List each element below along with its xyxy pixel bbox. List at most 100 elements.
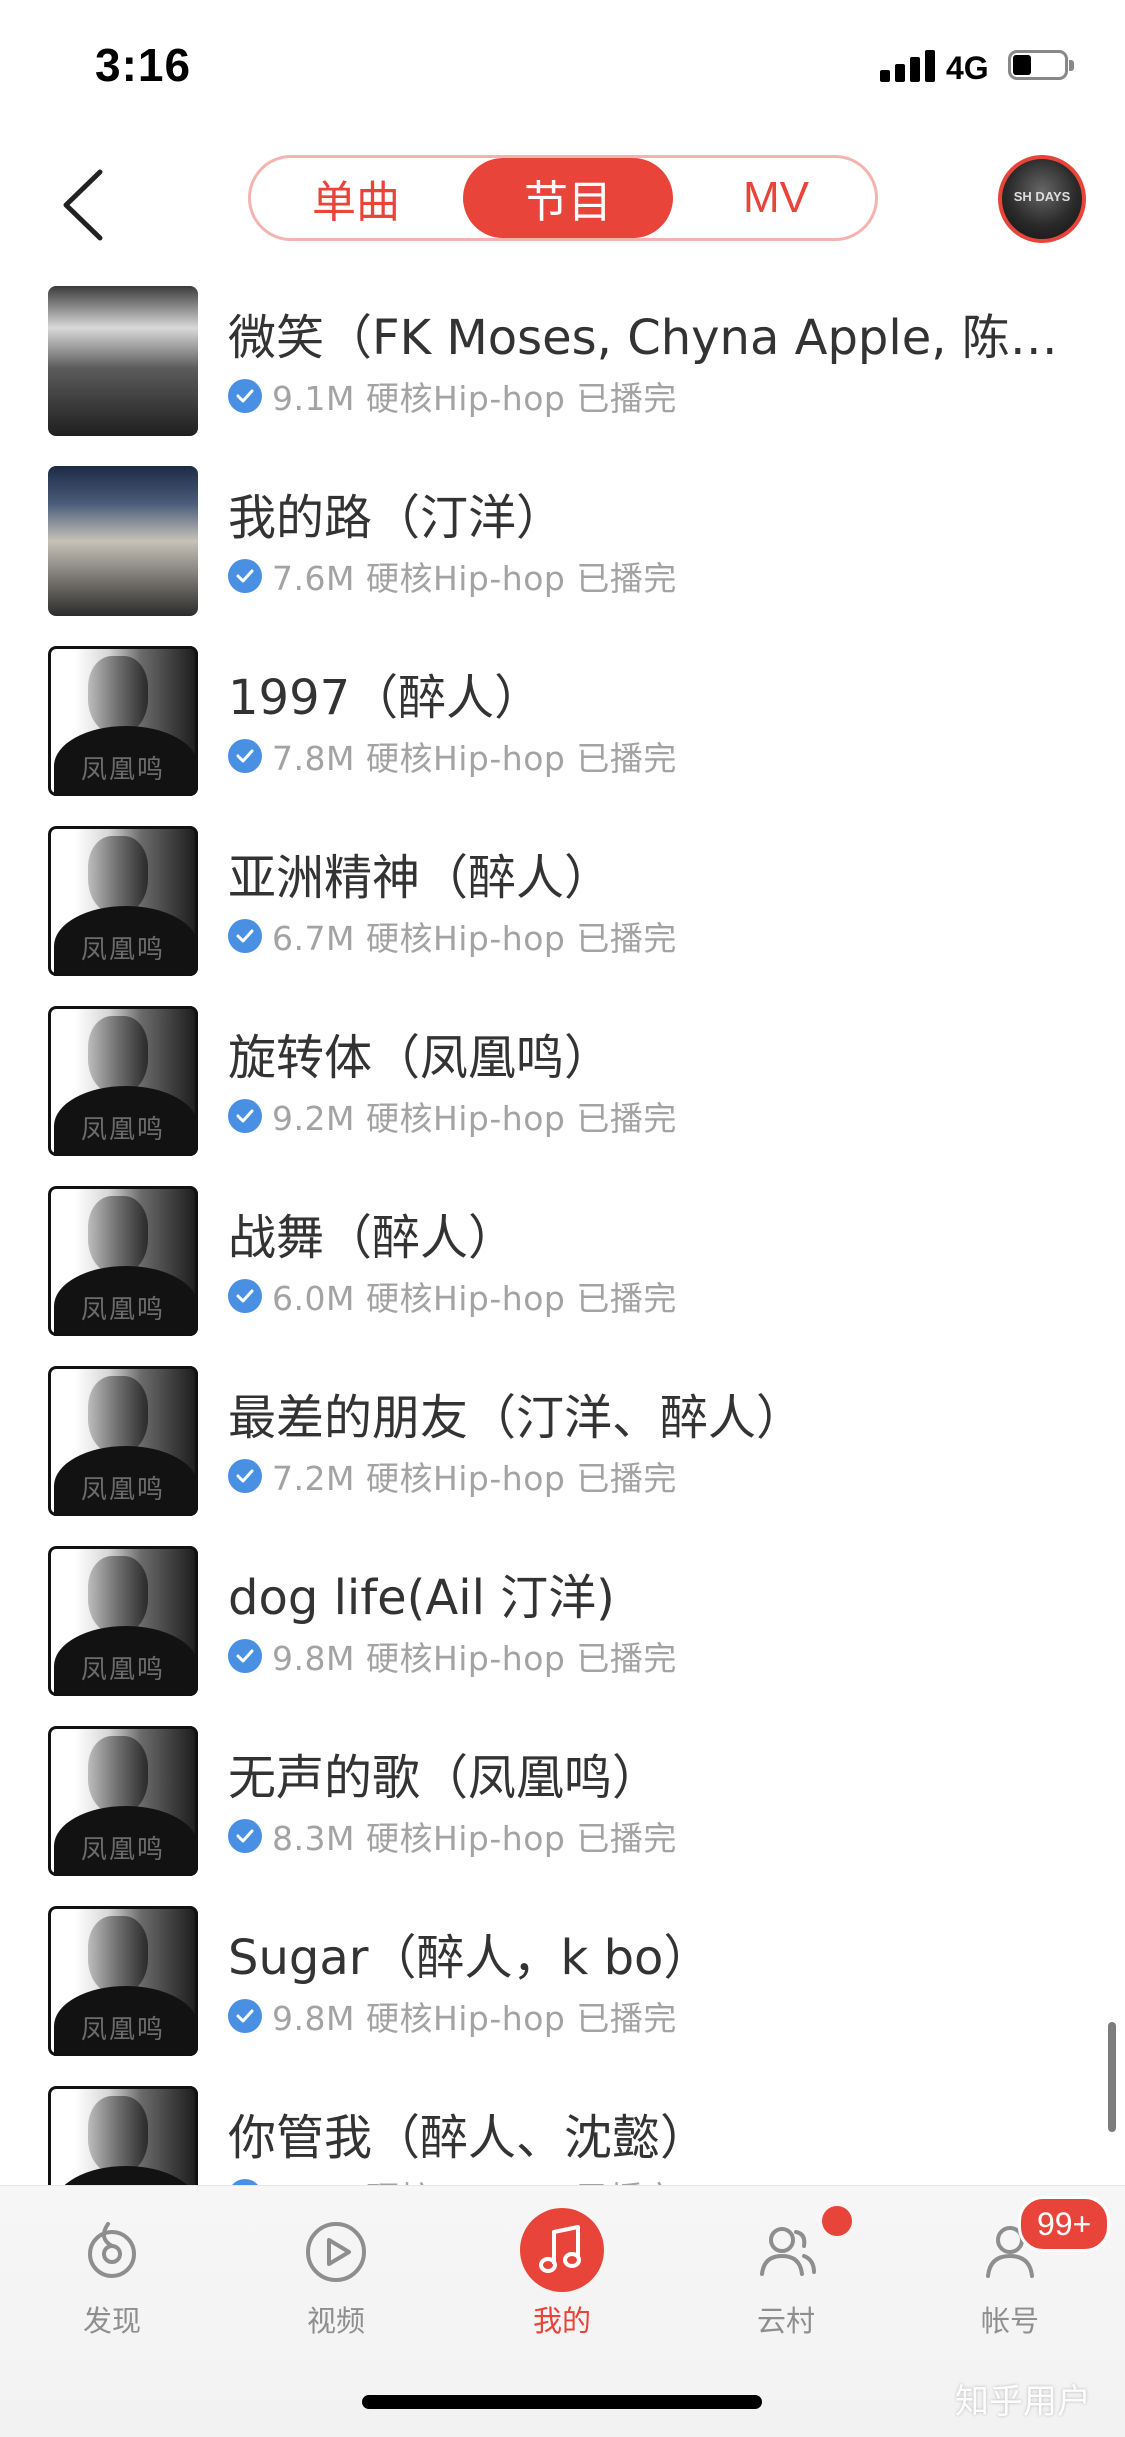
cover-frame (48, 1186, 198, 1336)
tab-community[interactable]: 云村 (706, 2216, 866, 2366)
cover-frame (48, 2086, 198, 2185)
item-title: 最差的朋友（汀洋、醉人） (228, 1390, 805, 1446)
item-meta-text: 9.8M 硬核Hip-hop 已播完 (272, 1639, 677, 1678)
cover-art: 凤凰鸣 (48, 1546, 198, 1696)
downloaded-check-icon (228, 1819, 262, 1853)
tab-singles[interactable]: 单曲 (251, 158, 461, 238)
cover-art (48, 286, 198, 436)
header: 单曲 节目 MV SH DAYS (0, 140, 1125, 270)
item-meta: 8.3M 硬核Hip-hop 已播完 (228, 1816, 677, 1858)
list-item[interactable]: 凤凰鸣 亚洲精神（醉人） 6.7M 硬核Hip-hop 已播完 (0, 818, 1125, 998)
watermark: 知乎用户 (955, 2382, 1091, 2422)
item-title: 微笑（FK Moses, Chyna Apple, 陈… (228, 310, 1058, 366)
video-play-icon (306, 2222, 366, 2282)
cover-art: 凤凰鸣 (48, 1366, 198, 1516)
item-title: 亚洲精神（醉人） (228, 850, 613, 906)
home-indicator[interactable] (362, 2395, 762, 2409)
tab-label-community: 云村 (756, 2304, 815, 2338)
list-item[interactable]: 凤凰鸣 战舞（醉人） 6.0M 硬核Hip-hop 已播完 (0, 1178, 1125, 1358)
item-meta-text: 9.8M 硬核Hip-hop 已播完 (272, 1999, 677, 2038)
item-meta-text: 7.8M 硬核Hip-hop 已播完 (272, 739, 677, 778)
tab-mv[interactable]: MV (671, 158, 881, 238)
downloaded-check-icon (228, 1459, 262, 1493)
item-meta: 7.2M 硬核Hip-hop 已播完 (228, 2176, 677, 2185)
list-item[interactable]: 凤凰鸣 最差的朋友（汀洋、醉人） 7.2M 硬核Hip-hop 已播完 (0, 1358, 1125, 1538)
tab-video[interactable]: 视频 (256, 2216, 416, 2366)
segmented-control: 单曲 节目 MV (248, 155, 878, 241)
status-bar: 3:16 4G (0, 0, 1125, 140)
discover-icon (88, 2222, 136, 2278)
item-meta-text: 6.0M 硬核Hip-hop 已播完 (272, 1279, 677, 1318)
crowd-photo-icon (48, 466, 198, 616)
item-meta: 7.8M 硬核Hip-hop 已播完 (228, 736, 677, 778)
tab-label-discover: 发现 (82, 2304, 141, 2338)
notification-dot (822, 2206, 852, 2236)
downloaded-check-icon (228, 379, 262, 413)
list-item[interactable]: 凤凰鸣 dog life(Ail 汀洋) 9.8M 硬核Hip-hop 已播完 (0, 1538, 1125, 1718)
downloaded-check-icon (228, 1279, 262, 1313)
tab-label-mine: 我的 (532, 2304, 591, 2338)
network-type: 4G (946, 50, 989, 86)
tab-mine[interactable]: 我的 (482, 2208, 642, 2366)
cover-art: 凤凰鸣 (48, 1006, 198, 1156)
item-meta: 9.2M 硬核Hip-hop 已播完 (228, 1096, 677, 1138)
community-icon (760, 2227, 816, 2276)
item-title: dog life(Ail 汀洋) (228, 1570, 615, 1626)
chevron-left-icon (63, 169, 103, 241)
item-meta-text: 9.2M 硬核Hip-hop 已播完 (272, 1099, 677, 1138)
item-meta-text: 6.7M 硬核Hip-hop 已播完 (272, 919, 677, 958)
cover-art: 凤凰鸣 (48, 1726, 198, 1876)
list-item[interactable]: 凤凰鸣 旋转体（凤凰鸣） 9.2M 硬核Hip-hop 已播完 (0, 998, 1125, 1178)
cover-frame (48, 826, 198, 976)
item-meta: 9.8M 硬核Hip-hop 已播完 (228, 1996, 677, 2038)
group-photo-icon (48, 286, 198, 436)
item-meta-text: 8.3M 硬核Hip-hop 已播完 (272, 1819, 677, 1858)
item-meta: 9.8M 硬核Hip-hop 已播完 (228, 1636, 677, 1678)
item-title: 战舞（醉人） (228, 1210, 517, 1266)
item-meta-text: 9.1M 硬核Hip-hop 已播完 (272, 379, 677, 418)
item-meta-text: 7.2M 硬核Hip-hop 已播完 (272, 1459, 677, 1498)
tab-programs[interactable]: 节目 (463, 158, 673, 238)
downloaded-check-icon (228, 1099, 262, 1133)
item-title: 无声的歌（凤凰鸣） (228, 1750, 661, 1806)
item-title: 旋转体（凤凰鸣） (228, 1030, 613, 1086)
item-meta: 7.2M 硬核Hip-hop 已播完 (228, 1456, 677, 1498)
program-list: 微笑（FK Moses, Chyna Apple, 陈… 9.1M 硬核Hip-h… (0, 270, 1125, 2185)
list-item[interactable]: 微笑（FK Moses, Chyna Apple, 陈… 9.1M 硬核Hip-h… (0, 278, 1125, 458)
item-meta: 6.7M 硬核Hip-hop 已播完 (228, 916, 677, 958)
cover-art: 凤凰鸣 (48, 1186, 198, 1336)
tab-label-video: 视频 (306, 2304, 365, 2338)
list-item[interactable]: 凤凰鸣你管我（醉人、沈懿） 7.2M 硬核Hip-hop 已播完 (0, 2078, 1125, 2185)
cover-art: 凤凰鸣 (48, 646, 198, 796)
cover-frame (48, 1546, 198, 1696)
list-item[interactable]: 我的路（汀洋） 7.6M 硬核Hip-hop 已播完 (0, 458, 1125, 638)
item-title: 你管我（醉人、沈懿） (228, 2110, 709, 2166)
account-badge: 99+ (1018, 2196, 1111, 2252)
downloaded-check-icon (228, 1639, 262, 1673)
item-meta: 6.0M 硬核Hip-hop 已播完 (228, 1276, 677, 1318)
item-meta-text: 7.2M 硬核Hip-hop 已播完 (272, 2172, 677, 2185)
cover-art (48, 466, 198, 616)
back-button[interactable] (50, 160, 120, 250)
now-playing-avatar[interactable]: SH DAYS (998, 155, 1086, 243)
item-meta: 9.1M 硬核Hip-hop 已播完 (228, 376, 677, 418)
item-title: 1997（醉人） (228, 670, 543, 726)
downloaded-check-icon (228, 559, 262, 593)
downloaded-check-icon (228, 1999, 262, 2033)
downloaded-check-icon (228, 739, 262, 773)
cover-frame (48, 1906, 198, 2056)
list-item[interactable]: 凤凰鸣 1997（醉人） 7.8M 硬核Hip-hop 已播完 (0, 638, 1125, 818)
scrollbar[interactable] (1108, 2022, 1116, 2132)
cover-frame (48, 1726, 198, 1876)
cover-frame (48, 646, 198, 796)
list-item[interactable]: 凤凰鸣 Sugar（醉人，k bo） 9.8M 硬核Hip-hop 已播完 (0, 1898, 1125, 2078)
item-title: Sugar（醉人，k bo） (228, 1930, 712, 1986)
cover-art: 凤凰鸣 (48, 1906, 198, 2056)
tab-label-account: 帐号 (980, 2304, 1039, 2338)
tab-discover[interactable]: 发现 (32, 2216, 192, 2366)
cover-frame (48, 1366, 198, 1516)
downloaded-check-icon (228, 919, 262, 953)
cover-frame (48, 1006, 198, 1156)
list-item[interactable]: 凤凰鸣 无声的歌（凤凰鸣） 8.3M 硬核Hip-hop 已播完 (0, 1718, 1125, 1898)
battery-icon (1008, 50, 1074, 82)
